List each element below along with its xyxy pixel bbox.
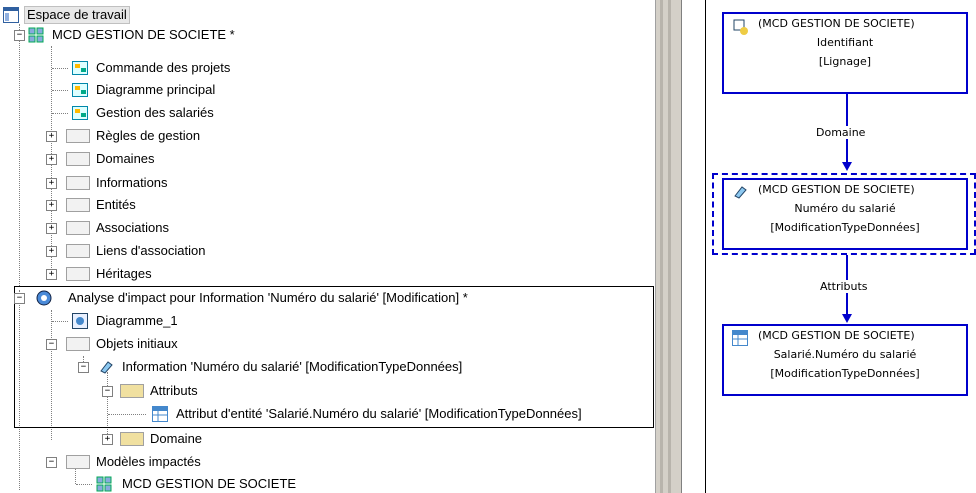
- link-label: Domaine: [816, 126, 866, 139]
- tree-item-impact-analysis[interactable]: − Analyse d'impact pour Information 'Num…: [0, 287, 470, 309]
- model-label: MCD GESTION DE SOCIETE *: [52, 27, 235, 42]
- tree-item-model[interactable]: − MCD GESTION DE SOCIETE *: [0, 24, 237, 46]
- diagram-icon: [72, 60, 88, 76]
- workspace-icon: [3, 7, 19, 23]
- node-title: (MCD GESTION DE SOCIETE): [758, 183, 915, 196]
- collapse-icon[interactable]: −: [14, 30, 25, 41]
- impact-analysis-icon: [34, 290, 52, 306]
- folder-label: Modèles impactés: [96, 454, 201, 469]
- tree-item-folder[interactable]: + Héritages: [0, 263, 154, 285]
- browser-tree[interactable]: Espace de travail − MCD GESTION DE SOCIE…: [0, 0, 655, 493]
- tree-item-folder[interactable]: + Associations: [0, 217, 171, 239]
- folder-icon: [66, 337, 90, 351]
- folder-label: Attributs: [150, 383, 198, 398]
- diagram-icon: [72, 82, 88, 98]
- tree-item-domaine[interactable]: + Domaine: [0, 428, 204, 450]
- collapse-icon[interactable]: −: [46, 339, 57, 350]
- expand-icon[interactable]: +: [46, 131, 57, 142]
- tree-item-diagram[interactable]: Diagramme principal: [0, 79, 217, 101]
- diagram-icon: [72, 105, 88, 121]
- folder-icon: [66, 176, 90, 190]
- arrow-icon: [842, 162, 852, 171]
- folder-label: Domaines: [96, 151, 155, 166]
- collapse-icon[interactable]: −: [14, 293, 25, 304]
- folder-label: Domaine: [150, 431, 203, 446]
- tree-item-folder[interactable]: + Liens d'association: [0, 240, 207, 262]
- collapse-icon[interactable]: −: [102, 386, 113, 397]
- expand-icon[interactable]: +: [46, 269, 57, 280]
- splitter[interactable]: [655, 0, 682, 493]
- folder-icon: [66, 267, 90, 281]
- folder-icon: [66, 221, 90, 235]
- expand-icon[interactable]: +: [46, 154, 57, 165]
- folder-icon: [66, 152, 90, 166]
- diagram-label: Diagramme principal: [96, 82, 216, 97]
- folder-label: Associations: [96, 220, 169, 235]
- expand-icon[interactable]: +: [46, 178, 57, 189]
- folder-label: Informations: [96, 175, 168, 190]
- node-title: (MCD GESTION DE SOCIETE): [758, 329, 915, 342]
- folder-label: Objets initiaux: [96, 336, 178, 351]
- tree-item-folder[interactable]: + Entités: [0, 194, 138, 216]
- workspace-label: Espace de travail: [24, 6, 130, 24]
- model-icon: [28, 27, 44, 43]
- folder-label: Liens d'association: [96, 243, 206, 258]
- folder-icon: [66, 198, 90, 212]
- information-icon: [98, 359, 114, 375]
- collapse-icon[interactable]: −: [78, 362, 89, 373]
- folder-label: Entités: [96, 197, 136, 212]
- tree-item-diagram[interactable]: Commande des projets: [0, 57, 232, 79]
- domain-folder-icon: [120, 432, 144, 446]
- node-status: [ModificationTypeDonnées]: [770, 367, 920, 380]
- diagram-label: Commande des projets: [96, 60, 231, 75]
- arrow-icon: [842, 314, 852, 323]
- table-attribute-icon: [732, 330, 748, 349]
- model-icon: [96, 476, 112, 492]
- diagram-node-numero[interactable]: (MCD GESTION DE SOCIETE) Numéro du salar…: [722, 178, 968, 250]
- attributes-folder-icon: [120, 384, 144, 398]
- expand-icon[interactable]: +: [102, 434, 113, 445]
- information-icon: [732, 184, 748, 203]
- tree-item-diagram[interactable]: Gestion des salariés: [0, 102, 216, 124]
- folder-icon: [66, 244, 90, 258]
- diagram-node-identifiant[interactable]: (MCD GESTION DE SOCIETE) Identifiant [Li…: [722, 12, 968, 94]
- node-name: Numéro du salarié: [794, 202, 896, 215]
- attribute-label: Attribut d'entité 'Salarié.Numéro du sal…: [176, 406, 582, 421]
- diagram-label: Gestion des salariés: [96, 105, 214, 120]
- tree-item-folder[interactable]: + Informations: [0, 172, 170, 194]
- link-label: Attributs: [820, 280, 868, 293]
- diagram-icon: [72, 313, 88, 329]
- tree-item-attributs[interactable]: − Attributs: [0, 380, 200, 402]
- tree-item-initial-objects[interactable]: − Objets initiaux: [0, 333, 180, 355]
- expand-icon[interactable]: +: [46, 246, 57, 257]
- node-title: (MCD GESTION DE SOCIETE): [758, 17, 915, 30]
- node-name: Identifiant: [816, 36, 874, 49]
- tree-item-impacted-model[interactable]: MCD GESTION DE SOCIETE: [0, 473, 298, 493]
- tree-item-attribute[interactable]: Attribut d'entité 'Salarié.Numéro du sal…: [0, 403, 584, 425]
- expand-icon[interactable]: +: [46, 223, 57, 234]
- information-label: Information 'Numéro du salarié' [Modific…: [122, 359, 463, 374]
- folder-label: Règles de gestion: [96, 128, 201, 143]
- folder-icon: [66, 455, 90, 469]
- tree-item-information[interactable]: − Information 'Numéro du salarié' [Modif…: [0, 356, 464, 378]
- diagram-label: Diagramme_1: [96, 313, 178, 328]
- folder-label: Héritages: [96, 266, 152, 281]
- collapse-icon[interactable]: −: [46, 457, 57, 468]
- table-attribute-icon: [152, 406, 168, 422]
- tree-item-diagram-1[interactable]: Diagramme_1: [0, 310, 180, 332]
- tree-item-impacted-models[interactable]: − Modèles impactés: [0, 451, 203, 473]
- node-status: [ModificationTypeDonnées]: [770, 221, 920, 234]
- expand-icon[interactable]: +: [46, 200, 57, 211]
- tree-item-workspace[interactable]: Espace de travail: [0, 4, 130, 26]
- folder-icon: [66, 129, 90, 143]
- impacted-model-label: MCD GESTION DE SOCIETE: [122, 476, 297, 491]
- impact-analysis-label: Analyse d'impact pour Information 'Numér…: [68, 290, 468, 305]
- tree-item-folder[interactable]: + Domaines: [0, 148, 157, 170]
- node-name: Salarié.Numéro du salarié: [773, 348, 917, 361]
- node-status: [Lignage]: [818, 55, 872, 68]
- diagram-node-attribut[interactable]: (MCD GESTION DE SOCIETE) Salarié.Numéro …: [722, 324, 968, 396]
- tree-item-folder[interactable]: + Règles de gestion: [0, 125, 202, 147]
